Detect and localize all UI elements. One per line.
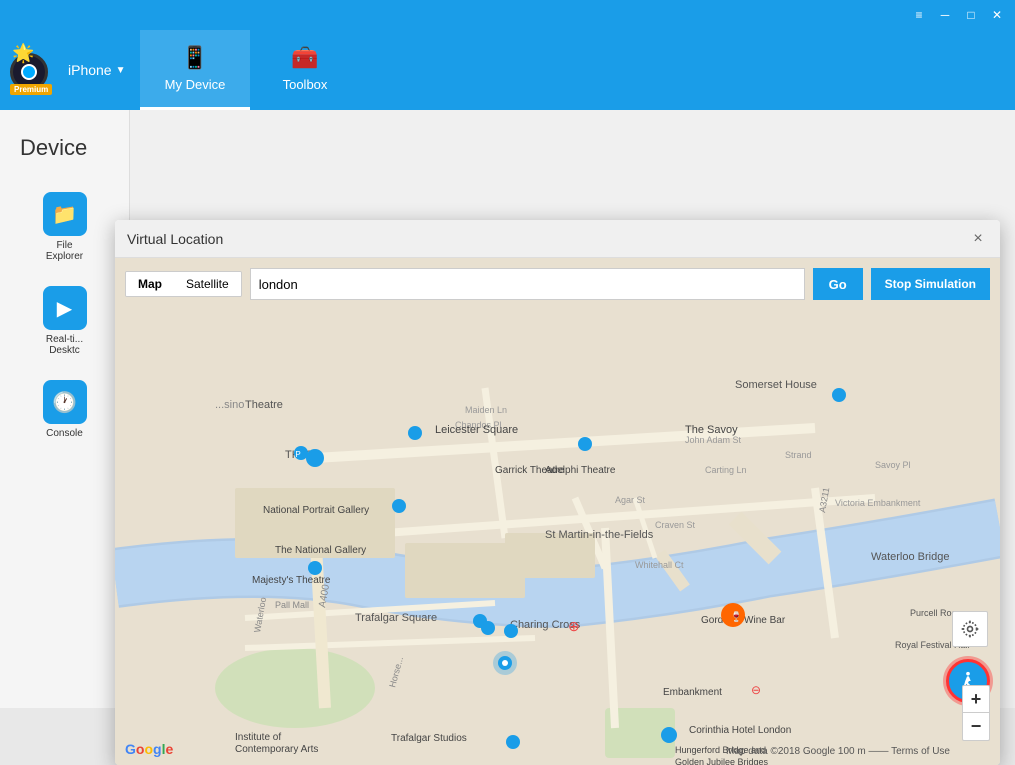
console-label: Console xyxy=(46,428,83,439)
svg-text:The National Gallery: The National Gallery xyxy=(275,545,366,556)
svg-text:John Adam St: John Adam St xyxy=(685,435,742,445)
map-svg: Waterloo Pall Mall Horse... A3211 A400 S… xyxy=(115,258,1000,765)
app-logo: 🌟 Premium iPhone ▼ xyxy=(0,45,130,95)
my-device-label: My Device xyxy=(165,77,226,92)
dialog-close-button[interactable]: × xyxy=(968,229,988,249)
svg-text:Theatre: Theatre xyxy=(245,399,283,411)
realtime-desktop-label: Real-ti...Desktc xyxy=(46,334,83,356)
dialog-header: Virtual Location × xyxy=(115,220,1000,258)
nav-tabs: 📱 My Device 🧰 Toolbox xyxy=(140,30,360,110)
map-area[interactable]: Waterloo Pall Mall Horse... A3211 A400 S… xyxy=(115,258,1000,765)
svg-text:Victoria Embankment: Victoria Embankment xyxy=(835,498,921,508)
map-search-input[interactable] xyxy=(250,268,805,300)
svg-text:Adelphi Theatre: Adelphi Theatre xyxy=(545,465,616,476)
svg-text:Pall Mall: Pall Mall xyxy=(275,600,309,610)
go-button[interactable]: Go xyxy=(813,268,863,300)
svg-text:Corinthia Hotel London: Corinthia Hotel London xyxy=(689,725,791,736)
svg-text:Contemporary Arts: Contemporary Arts xyxy=(235,744,318,755)
svg-text:Majesty's Theatre: Majesty's Theatre xyxy=(252,575,331,586)
file-explorer-icon: 📁 xyxy=(43,192,87,236)
svg-text:St Martin-in-the-Fields: St Martin-in-the-Fields xyxy=(545,529,654,541)
file-explorer-label: FileExplorer xyxy=(46,240,83,262)
svg-text:Institute of: Institute of xyxy=(235,732,281,743)
console-icon: 🕐 xyxy=(43,380,87,424)
map-tab-satellite[interactable]: Satellite xyxy=(174,272,241,296)
zoom-out-button[interactable]: − xyxy=(962,713,990,741)
svg-text:Somerset House: Somerset House xyxy=(735,379,817,391)
svg-text:Golden Jubilee Bridges: Golden Jubilee Bridges xyxy=(675,757,769,765)
svg-text:Savoy Pl: Savoy Pl xyxy=(875,460,911,470)
svg-text:Agar St: Agar St xyxy=(615,495,646,505)
svg-text:Trafalgar Studios: Trafalgar Studios xyxy=(391,733,467,744)
svg-text:Whitehall Ct: Whitehall Ct xyxy=(635,560,684,570)
logo-icon-container: 🌟 Premium xyxy=(10,45,60,95)
locate-button[interactable] xyxy=(952,611,988,647)
main-content: Device 📁 FileExplorer ▶ Real-ti...Desktc… xyxy=(0,110,1015,708)
menu-icon[interactable]: ≡ xyxy=(909,5,929,25)
stop-simulation-button[interactable]: Stop Simulation xyxy=(871,268,990,300)
svg-text:Embankment: Embankment xyxy=(663,687,722,698)
toolbox-label: Toolbox xyxy=(283,77,328,92)
sidebar: Device 📁 FileExplorer ▶ Real-ti...Desktc… xyxy=(0,110,130,708)
title-bar: ≡ ─ □ ✕ xyxy=(0,0,1015,30)
tab-toolbox[interactable]: 🧰 Toolbox xyxy=(250,30,360,110)
locate-icon xyxy=(960,619,980,639)
sidebar-item-console[interactable]: 🕐 Console xyxy=(0,372,129,447)
svg-text:Strand: Strand xyxy=(785,450,812,460)
svg-text:P: P xyxy=(295,450,300,459)
svg-text:Maiden Ln: Maiden Ln xyxy=(465,405,507,415)
close-button[interactable]: ✕ xyxy=(987,5,1007,25)
svg-text:...sino: ...sino xyxy=(215,399,244,411)
device-dropdown-arrow[interactable]: ▼ xyxy=(116,65,126,76)
svg-text:Leicester Square: Leicester Square xyxy=(435,424,518,436)
minimize-button[interactable]: ─ xyxy=(935,5,955,25)
svg-text:⊖: ⊖ xyxy=(751,683,761,697)
sidebar-item-realtime-desktop[interactable]: ▶ Real-ti...Desktc xyxy=(0,278,129,364)
sidebar-item-file-explorer[interactable]: 📁 FileExplorer xyxy=(0,184,129,270)
app-header: 🌟 Premium iPhone ▼ 📱 My Device 🧰 Toolbox xyxy=(0,30,1015,110)
svg-text:Trafalgar Square: Trafalgar Square xyxy=(355,612,437,624)
svg-text:Carting Ln: Carting Ln xyxy=(705,465,747,475)
my-device-icon: 📱 xyxy=(181,45,208,71)
realtime-desktop-icon: ▶ xyxy=(43,286,87,330)
dialog-title: Virtual Location xyxy=(127,231,223,247)
dialog-body: Waterloo Pall Mall Horse... A3211 A400 S… xyxy=(115,258,1000,765)
premium-badge: Premium xyxy=(10,84,52,95)
svg-text:⊕: ⊕ xyxy=(568,618,580,634)
map-type-tabs: Map Satellite xyxy=(125,271,242,297)
toolbox-icon: 🧰 xyxy=(291,45,318,71)
maximize-button[interactable]: □ xyxy=(961,5,981,25)
svg-text:Waterloo Bridge: Waterloo Bridge xyxy=(871,551,949,563)
svg-text:Craven St: Craven St xyxy=(655,520,696,530)
svg-text:The Savoy: The Savoy xyxy=(685,424,738,436)
map-tab-map[interactable]: Map xyxy=(126,272,174,296)
tab-my-device[interactable]: 📱 My Device xyxy=(140,30,250,110)
page-title: Device xyxy=(0,120,129,176)
svg-text:National Portrait Gallery: National Portrait Gallery xyxy=(263,505,369,516)
device-name[interactable]: iPhone ▼ xyxy=(68,62,126,78)
map-controls: Map Satellite Go Stop Simulation xyxy=(125,268,990,300)
zoom-in-button[interactable]: + xyxy=(962,685,990,713)
google-logo: Google xyxy=(125,741,173,757)
svg-text:🍷: 🍷 xyxy=(730,610,742,623)
map-footer: Map data ©2018 Google 100 m —— Terms of … xyxy=(726,746,950,757)
virtual-location-dialog: Virtual Location × xyxy=(115,220,1000,765)
device-name-text: iPhone xyxy=(68,62,112,78)
logo-eye xyxy=(21,64,37,80)
